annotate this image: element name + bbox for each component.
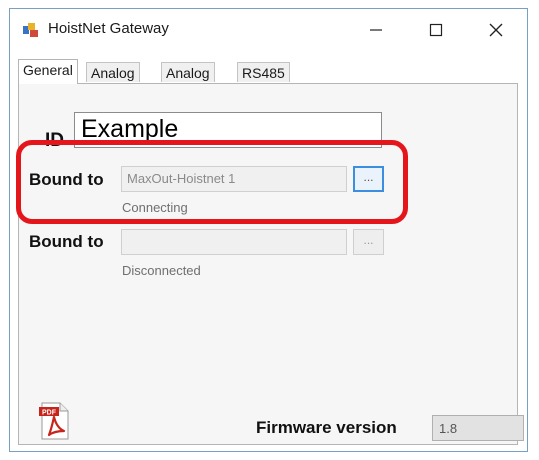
close-icon <box>489 23 503 37</box>
annotation-highlight <box>16 140 408 224</box>
tab-general[interactable]: General <box>18 59 78 84</box>
pdf-icon-label: PDF <box>42 410 57 417</box>
connection-status-2: Disconnected <box>122 263 201 278</box>
tab-analog-1[interactable]: Analog 1 <box>86 62 140 101</box>
tab-analog-2[interactable]: Analog 2 <box>161 62 215 101</box>
maximize-icon <box>429 23 443 37</box>
window-title: HoistNet Gateway <box>48 20 169 37</box>
browse-button-2[interactable]: ... <box>353 229 384 255</box>
firmware-version-field: 1.8 <box>432 415 524 441</box>
app-icon <box>22 21 40 39</box>
bound-to-label-2: Bound to <box>29 232 104 251</box>
close-button[interactable] <box>473 13 519 47</box>
minimize-button[interactable] <box>353 13 399 47</box>
pdf-icon[interactable]: PDF <box>38 401 72 441</box>
minimize-icon <box>370 29 382 31</box>
maximize-button[interactable] <box>413 13 459 47</box>
general-tab-panel: ID Example Bound to MaxOut-Hoistnet 1 ..… <box>18 83 524 445</box>
firmware-version-label: Firmware version <box>256 418 397 437</box>
bound-to-field-2[interactable] <box>121 229 347 255</box>
title-bar[interactable]: HoistNet Gateway <box>10 9 527 51</box>
tab-rs485[interactable]: RS485 <box>237 62 290 82</box>
app-window: HoistNet Gateway General Analog 1 Analog… <box>9 8 528 452</box>
